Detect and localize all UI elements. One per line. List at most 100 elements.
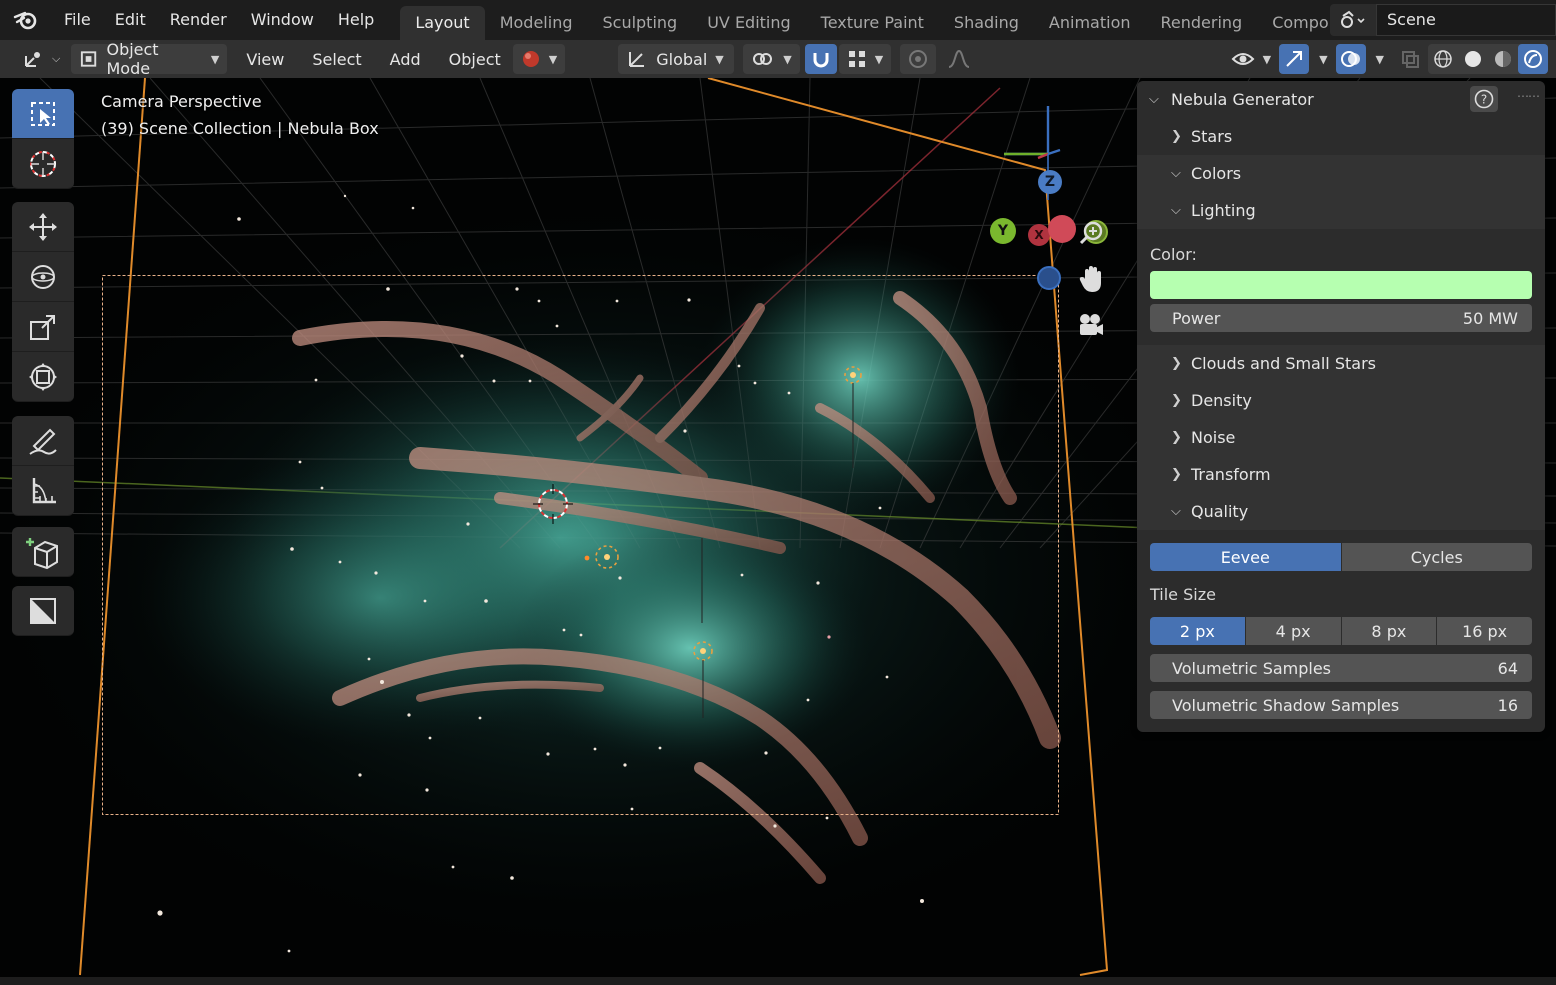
status-bar: [0, 977, 1556, 985]
section-density[interactable]: ❯ Density: [1137, 382, 1545, 419]
viewport-right-controls: ▼ ▼ ▼: [1223, 44, 1548, 74]
mode-label: Object Mode: [106, 40, 159, 78]
xray-toggle[interactable]: [1392, 44, 1428, 74]
chevron-down-icon: ⌵: [1171, 504, 1181, 519]
transform-orientation-dropdown[interactable]: Global ▼: [618, 44, 735, 74]
menu-render[interactable]: Render: [158, 0, 239, 40]
tile-8px-button[interactable]: 8 px: [1341, 617, 1438, 645]
menu-select[interactable]: Select: [304, 44, 369, 74]
move-tool[interactable]: [12, 202, 74, 252]
snap-toggle[interactable]: [804, 44, 837, 74]
tab-texture-paint[interactable]: Texture Paint: [806, 6, 939, 40]
light-color-swatch[interactable]: [1150, 271, 1532, 299]
volumetric-shadow-samples-value: 16: [1497, 695, 1518, 715]
tile-4px-button[interactable]: 4 px: [1245, 617, 1342, 645]
orientation-label: Global: [656, 49, 708, 69]
section-stars-label: Stars: [1191, 127, 1233, 146]
tile-16px-button[interactable]: 16 px: [1437, 617, 1532, 645]
gizmo-dropdown[interactable]: ▼: [1309, 44, 1335, 74]
tab-layout[interactable]: Layout: [400, 6, 485, 40]
gizmo-z-negative[interactable]: [1037, 266, 1061, 290]
blender-logo-icon[interactable]: [0, 0, 52, 40]
select-box-tool[interactable]: [12, 89, 74, 139]
scale-tool[interactable]: [12, 302, 74, 352]
section-stars[interactable]: ❯ Stars: [1137, 118, 1545, 155]
menu-window[interactable]: Window: [239, 0, 326, 40]
menu-add[interactable]: Add: [382, 44, 429, 74]
wireframe-shading-button[interactable]: [1428, 44, 1458, 74]
tile-size-label: Tile Size: [1150, 585, 1216, 604]
gizmo-z-axis[interactable]: Z: [1038, 170, 1062, 194]
pivot-point-dropdown[interactable]: ▼: [743, 44, 800, 74]
menu-view[interactable]: View: [238, 44, 292, 74]
section-quality[interactable]: ⌵ Quality: [1137, 493, 1545, 530]
transform-tool[interactable]: [12, 352, 74, 402]
tab-animation[interactable]: Animation: [1034, 6, 1146, 40]
help-icon[interactable]: ?: [1470, 86, 1498, 112]
section-colors[interactable]: ⌵ Colors: [1137, 155, 1545, 192]
gizmo-y-axis[interactable]: Y: [990, 218, 1016, 244]
gizmo-axes: [1004, 106, 1061, 200]
tile-size-toggle: 2 px 4 px 8 px 16 px: [1150, 617, 1532, 645]
power-value: 50 MW: [1462, 308, 1518, 328]
tab-modeling[interactable]: Modeling: [485, 6, 588, 40]
material-slot-dropdown[interactable]: ▼: [512, 44, 566, 74]
chevron-right-icon: ❯: [1171, 467, 1182, 482]
mode-dropdown[interactable]: Object Mode ▼: [71, 40, 228, 78]
section-lighting[interactable]: ⌵ Lighting: [1137, 192, 1545, 229]
section-noise[interactable]: ❯ Noise: [1137, 419, 1545, 456]
gizmo-toggle[interactable]: [1279, 44, 1310, 74]
menu-help[interactable]: Help: [326, 0, 386, 40]
solid-shading-button[interactable]: [1458, 44, 1488, 74]
rotate-tool[interactable]: [12, 252, 74, 302]
power-field[interactable]: Power 50 MW: [1150, 304, 1532, 332]
engine-cycles-button[interactable]: Cycles: [1341, 543, 1532, 571]
section-quality-label: Quality: [1191, 502, 1249, 521]
measure-tool[interactable]: [12, 466, 74, 516]
scene-icon: [1341, 10, 1365, 28]
rendered-shading-button[interactable]: [1518, 44, 1548, 74]
engine-eevee-button[interactable]: Eevee: [1150, 543, 1342, 571]
workspace-tabs: Layout Modeling Sculpting UV Editing Tex…: [400, 0, 1343, 40]
add-cube-icon: [26, 537, 58, 569]
menu-edit[interactable]: Edit: [103, 0, 158, 40]
section-clouds[interactable]: ❯ Clouds and Small Stars: [1137, 345, 1545, 382]
tab-rendering[interactable]: Rendering: [1146, 6, 1258, 40]
zoom-view-button[interactable]: [1073, 215, 1109, 251]
scene-browse-button[interactable]: [1330, 4, 1376, 36]
chevron-right-icon: ❯: [1171, 129, 1182, 144]
visibility-dropdown[interactable]: ▼: [1223, 44, 1279, 74]
overlays-dropdown[interactable]: ▼: [1366, 44, 1392, 74]
menu-object[interactable]: Object: [441, 44, 509, 74]
volumetric-shadow-samples-field[interactable]: Volumetric Shadow Samples 16: [1150, 691, 1532, 719]
camera-perspective-label: Camera Perspective: [101, 92, 262, 111]
gizmo-x-axis[interactable]: X: [1028, 224, 1050, 246]
panel-header[interactable]: ⌵ Nebula Generator ? ⋯⋯: [1137, 81, 1545, 117]
menu-file[interactable]: File: [52, 0, 103, 40]
gizmo-x-positive[interactable]: [1048, 215, 1076, 243]
camera-view-button[interactable]: [1073, 307, 1109, 343]
material-preview-button[interactable]: [1488, 44, 1518, 74]
pan-view-button[interactable]: [1073, 261, 1109, 297]
section-transform[interactable]: ❯ Transform: [1137, 456, 1545, 493]
chevron-right-icon: ❯: [1171, 393, 1182, 408]
tab-shading[interactable]: Shading: [939, 6, 1034, 40]
snap-target-dropdown[interactable]: ▼: [838, 44, 892, 74]
volumetric-samples-field[interactable]: Volumetric Samples 64: [1150, 654, 1532, 682]
annotate-tool[interactable]: [12, 416, 74, 466]
editor-type-button[interactable]: ⌵: [14, 44, 68, 74]
tab-uv-editing[interactable]: UV Editing: [692, 6, 805, 40]
tile-2px-button[interactable]: 2 px: [1150, 617, 1246, 645]
proportional-editing-toggle[interactable]: [900, 44, 937, 74]
cursor-tool[interactable]: [12, 139, 74, 189]
overlays-icon: [1340, 51, 1360, 67]
scene-name-field[interactable]: Scene: [1376, 4, 1556, 36]
overlays-toggle[interactable]: [1335, 44, 1366, 74]
add-cube-tool[interactable]: [12, 527, 74, 577]
drag-handle-icon[interactable]: ⋯⋯: [1517, 89, 1540, 103]
top-bar: File Edit Render Window Help Layout Mode…: [0, 0, 1556, 40]
tab-sculpting[interactable]: Sculpting: [587, 6, 692, 40]
annotate-pencil-icon: [29, 428, 57, 455]
image-plane-tool[interactable]: [12, 586, 74, 636]
proportional-falloff-dropdown[interactable]: [939, 44, 985, 74]
